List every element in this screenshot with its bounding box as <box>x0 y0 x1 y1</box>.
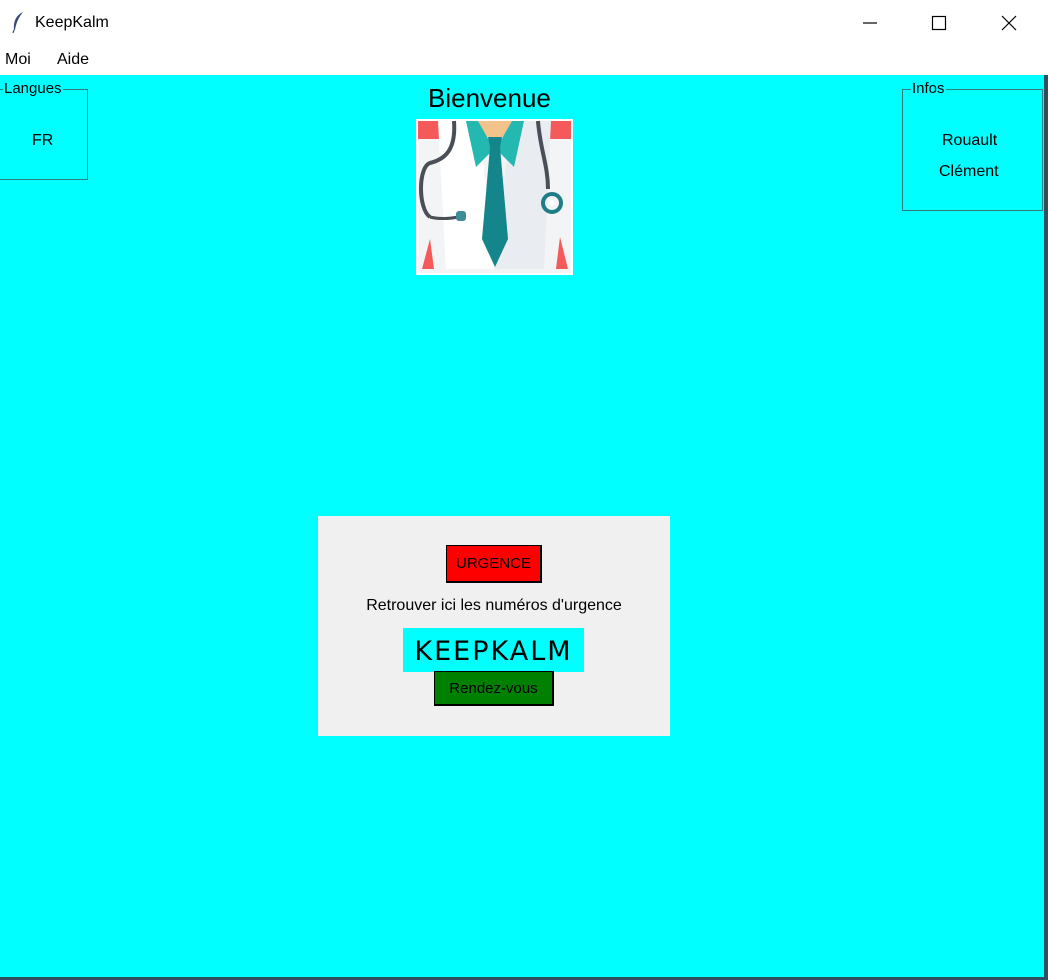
window-border-right <box>1044 75 1048 980</box>
infos-legend: Infos <box>911 80 946 97</box>
svg-text:KEEPKALM: KEEPKALM <box>414 636 572 667</box>
window-title: KeepKalm <box>35 14 109 31</box>
minimize-button[interactable] <box>835 0 905 46</box>
page-title: Bienvenue <box>428 83 551 113</box>
minimize-icon <box>863 22 877 24</box>
langues-legend: Langues <box>3 80 63 97</box>
close-icon <box>1001 15 1017 31</box>
rendez-vous-button[interactable]: Rendez-vous <box>434 671 554 706</box>
urgence-button[interactable]: URGENCE <box>446 545 542 583</box>
info-lastname: Clément <box>939 163 999 180</box>
action-panel: URGENCE Retrouver ici les numéros d'urge… <box>318 516 670 736</box>
keepkalm-logo: KEEPKALM <box>403 628 584 672</box>
doctor-illustration <box>416 119 573 275</box>
info-firstname: Rouault <box>942 132 998 149</box>
title-bar: KeepKalm <box>0 0 1048 46</box>
maximize-button[interactable] <box>904 0 974 46</box>
keepkalm-logo-text: KEEPKALM <box>414 636 572 667</box>
emergency-info-text: Retrouver ici les numéros d'urgence <box>366 597 622 614</box>
maximize-icon <box>931 15 947 31</box>
main-content: Langues FR Bienvenue Infos Rouault Cléme… <box>0 75 1048 980</box>
langues-frame: Langues FR <box>0 81 88 180</box>
language-label: FR <box>32 132 54 149</box>
close-button[interactable] <box>974 0 1044 46</box>
infos-frame: Infos Rouault Clément <box>902 81 1043 211</box>
menu-bar: Moi Aide <box>0 46 1048 75</box>
menu-aide[interactable]: Aide <box>57 51 89 69</box>
menu-moi[interactable]: Moi <box>5 51 31 69</box>
feather-icon <box>12 12 23 33</box>
